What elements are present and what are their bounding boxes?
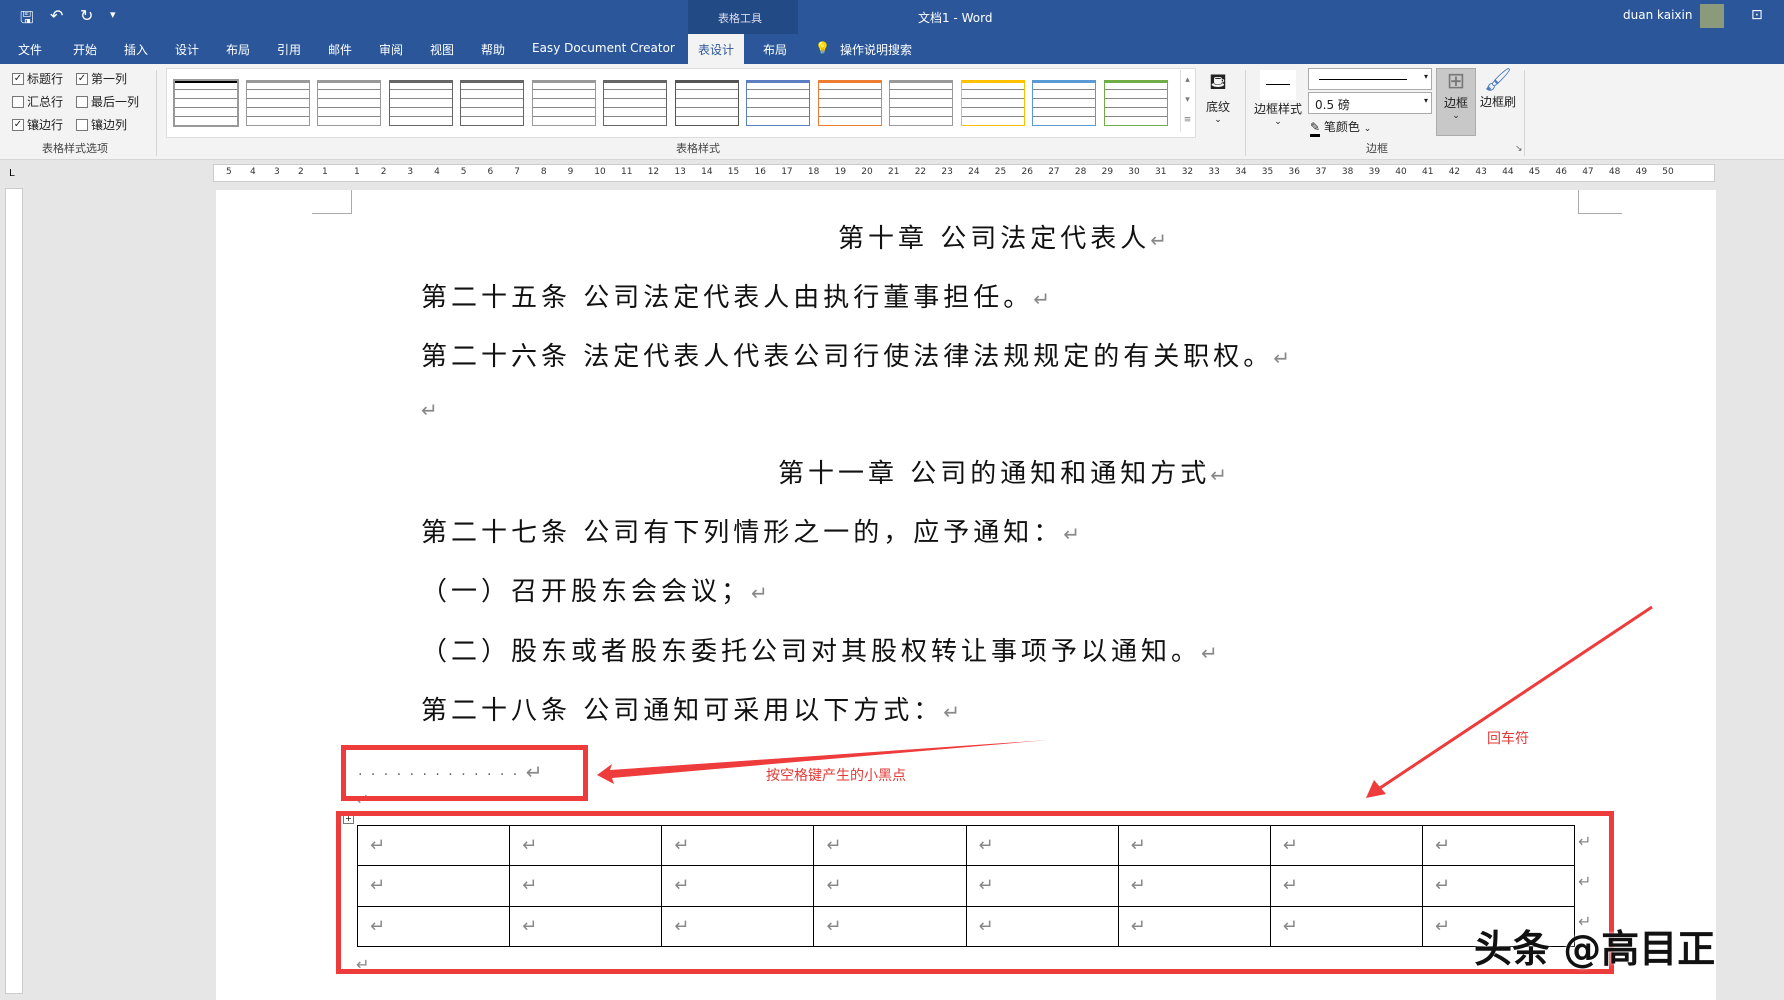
- watermark: 头条 @高目正: [1474, 918, 1715, 973]
- annotation-arrows: [0, 0, 1784, 994]
- annotation-return-note: 回车符: [1487, 728, 1529, 748]
- annotation-dots-note: 按空格键产生的小黑点: [766, 765, 906, 785]
- arrow-to-table: [1380, 607, 1652, 788]
- arrow-to-table-head: [1366, 780, 1386, 798]
